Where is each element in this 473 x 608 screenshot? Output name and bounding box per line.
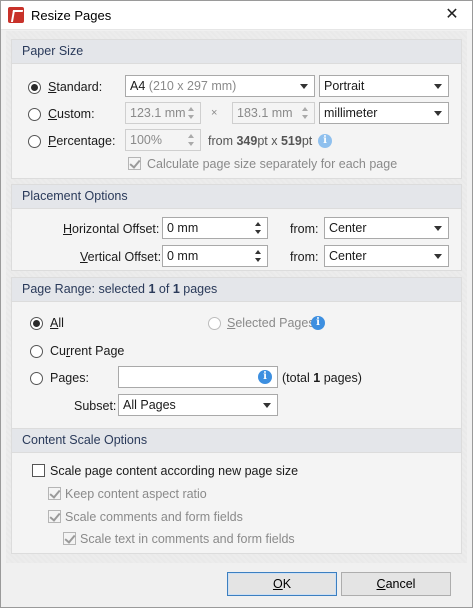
percentage-label: Percentage:	[48, 134, 116, 148]
page-range-title: Page Range: selected 1 of 1 pages	[12, 278, 461, 302]
spin-up-icon	[188, 107, 194, 111]
orientation-select[interactable]: Portrait	[319, 75, 449, 97]
subset-select[interactable]: All Pages	[118, 394, 278, 416]
calc-separately-label: Calculate page size separately for each …	[147, 157, 398, 171]
spin-up-icon	[255, 222, 261, 226]
chevron-down-icon	[263, 403, 271, 408]
scale-text-label: Scale text in comments and form fields	[80, 532, 295, 546]
window-title: Resize Pages	[31, 8, 112, 23]
info-icon[interactable]: i	[318, 134, 332, 148]
all-pages-radio[interactable]	[30, 317, 43, 330]
content-scale-title: Content Scale Options	[12, 429, 461, 453]
ok-button[interactable]: OK	[227, 572, 337, 596]
scale-text-checkbox[interactable]	[63, 532, 76, 545]
selected-pages-radio[interactable]	[208, 317, 221, 330]
vertical-from-label: from:	[290, 250, 319, 264]
pages-total-text: (total 1 pages)	[282, 371, 362, 385]
chevron-down-icon	[434, 254, 442, 259]
spin-up-icon	[188, 134, 194, 138]
times-sign: ×	[211, 107, 218, 119]
title-bar: Resize Pages ✕	[1, 1, 472, 30]
scale-comments-label: Scale comments and form fields	[65, 510, 243, 524]
all-pages-label: All	[50, 316, 64, 330]
spin-down-icon	[255, 258, 261, 262]
paper-size-value: A4	[130, 79, 146, 93]
spin-down-icon	[302, 115, 308, 119]
content-scale-group: Content Scale Options Scale page content…	[11, 428, 462, 554]
custom-radio[interactable]	[28, 108, 41, 121]
custom-width-value: 123.1 mm	[130, 106, 186, 120]
subset-value: All Pages	[123, 398, 176, 412]
percentage-input[interactable]: 100%	[125, 129, 201, 151]
unit-select[interactable]: millimeter	[319, 102, 449, 124]
page-range-group: Page Range: selected 1 of 1 pages All Se…	[11, 277, 462, 451]
horizontal-from-label: from:	[290, 222, 319, 236]
custom-width-input[interactable]: 123.1 mm	[125, 102, 201, 124]
resize-pages-dialog: Resize Pages ✕ Paper Size Standard: A4 (…	[0, 0, 473, 608]
percentage-radio[interactable]	[28, 135, 41, 148]
paper-size-group: Paper Size Standard: A4 (210 x 297 mm) P…	[11, 39, 462, 179]
close-button[interactable]: ✕	[442, 5, 462, 25]
keep-aspect-checkbox[interactable]	[48, 487, 61, 500]
paper-size-title: Paper Size	[12, 40, 461, 64]
standard-radio[interactable]	[28, 81, 41, 94]
pages-input[interactable]	[118, 366, 278, 388]
orientation-value: Portrait	[324, 79, 365, 93]
scale-comments-checkbox[interactable]	[48, 510, 61, 523]
chevron-down-icon	[434, 111, 442, 116]
pages-radio[interactable]	[30, 372, 43, 385]
pages-label: Pages:	[50, 371, 89, 385]
paper-size-detail: (210 x 297 mm)	[148, 79, 237, 93]
vertical-offset-input[interactable]: 0 mm	[162, 245, 268, 267]
spin-up-icon	[302, 107, 308, 111]
paper-size-select[interactable]: A4 (210 x 297 mm)	[125, 75, 315, 97]
horizontal-offset-value: 0 mm	[167, 221, 199, 235]
calc-separately-checkbox[interactable]	[128, 157, 141, 170]
chevron-down-icon	[434, 84, 442, 89]
dialog-content: Paper Size Standard: A4 (210 x 297 mm) P…	[6, 31, 467, 563]
vertical-from-value: Center	[329, 249, 367, 263]
vertical-from-select[interactable]: Center	[324, 245, 449, 267]
current-page-radio[interactable]	[30, 345, 43, 358]
horizontal-from-select[interactable]: Center	[324, 217, 449, 239]
spin-up-icon	[255, 250, 261, 254]
unit-value: millimeter	[324, 106, 378, 120]
placement-group: Placement Options Horizontal Offset: 0 m…	[11, 184, 462, 271]
horizontal-from-value: Center	[329, 221, 367, 235]
cancel-button[interactable]: Cancel	[341, 572, 451, 596]
standard-label: Standard:	[48, 80, 103, 94]
spin-down-icon	[255, 230, 261, 234]
horizontal-offset-label: Horizontal Offset:	[63, 222, 160, 236]
info-icon[interactable]: i	[258, 370, 272, 384]
scale-content-checkbox[interactable]	[32, 464, 45, 477]
percentage-value: 100%	[130, 133, 162, 147]
spin-down-icon	[188, 142, 194, 146]
selected-pages-label: Selected Pages	[227, 316, 315, 330]
custom-label: Custom:	[48, 107, 95, 121]
scale-content-label: Scale page content according new page si…	[50, 464, 299, 478]
placement-title: Placement Options	[12, 185, 461, 209]
custom-height-input[interactable]: 183.1 mm	[232, 102, 315, 124]
horizontal-offset-input[interactable]: 0 mm	[162, 217, 268, 239]
custom-height-value: 183.1 mm	[237, 106, 293, 120]
percentage-from-text: from 349pt x 519pt	[208, 134, 313, 148]
vertical-offset-value: 0 mm	[167, 249, 199, 263]
current-page-label: Current Page	[50, 344, 125, 358]
chevron-down-icon	[434, 226, 442, 231]
info-icon[interactable]: i	[311, 316, 325, 330]
subset-label: Subset:	[74, 399, 117, 413]
spin-down-icon	[188, 115, 194, 119]
keep-aspect-label: Keep content aspect ratio	[65, 487, 207, 501]
app-logo-icon	[8, 7, 24, 23]
vertical-offset-label: Vertical Offset:	[80, 250, 162, 264]
chevron-down-icon	[300, 84, 308, 89]
